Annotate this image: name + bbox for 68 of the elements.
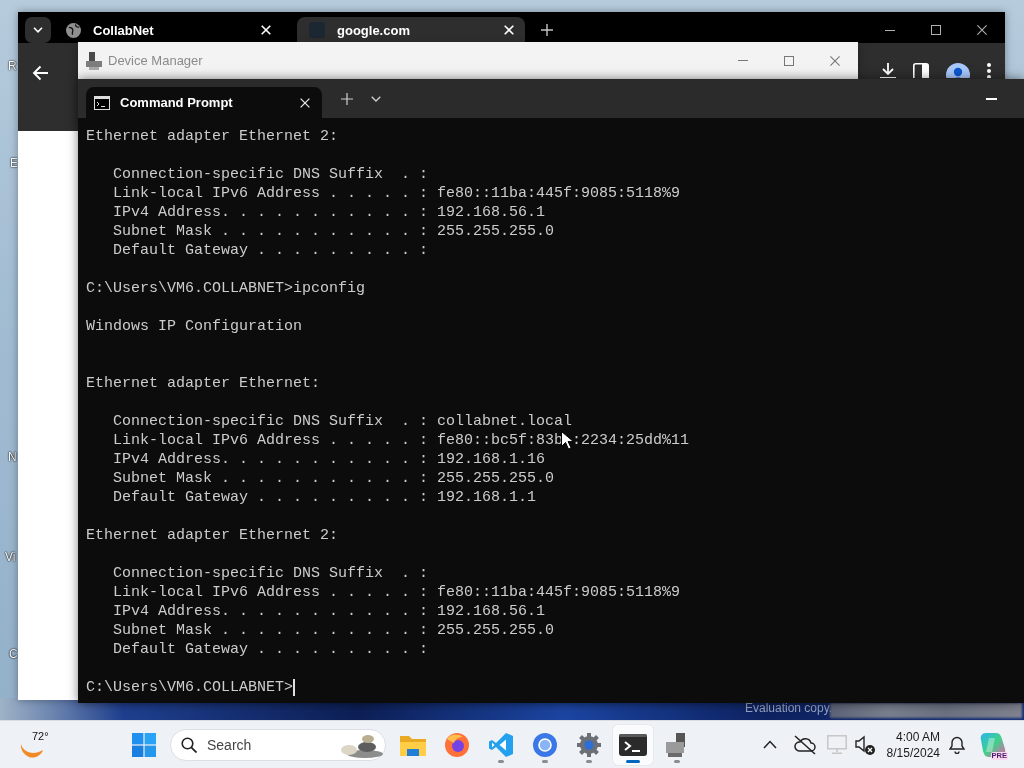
terminal-line: Connection-specific DNS Suffix . : xyxy=(113,564,429,583)
side-panel-icon[interactable] xyxy=(913,63,929,78)
globe-icon xyxy=(66,22,81,38)
cloud-off-icon[interactable] xyxy=(793,734,816,755)
back-arrow-icon[interactable] xyxy=(32,65,48,81)
running-indicator xyxy=(674,759,680,763)
chevron-down-icon xyxy=(33,27,43,33)
terminal-line: Link-local IPv6 Address . . . . . : fe80::11ba:445f:9085:5118%9 xyxy=(113,184,681,203)
minimize-icon[interactable] xyxy=(986,97,997,100)
maximize-icon[interactable] xyxy=(931,25,941,35)
window-title: Device Manager xyxy=(108,53,203,68)
running-indicator xyxy=(586,759,592,763)
terminal-line: C:\Users\VM6.COLLABNET>ipconfig xyxy=(86,279,366,298)
terminal-line: :2234:25dd%11 xyxy=(572,431,690,450)
folder-icon xyxy=(400,733,426,756)
clock[interactable]: 4:00 AM 8/15/2024 xyxy=(886,728,940,761)
terminal-icon xyxy=(619,733,647,756)
taskbar-app-button[interactable] xyxy=(613,724,653,765)
terminal-line: IPv4 Address. . . . . . . . . . . : 192.168.56.1 xyxy=(113,602,546,621)
weather-widget[interactable]: 72° xyxy=(12,724,52,765)
running-indicator xyxy=(542,759,548,763)
watermark-text: Evaluation copy. xyxy=(745,701,833,715)
terminal-line: Ethernet adapter Ethernet: xyxy=(86,374,321,393)
download-icon[interactable] xyxy=(880,63,896,78)
terminal-line: C:\Users\VM6.COLLABNET> xyxy=(86,678,294,697)
plus-icon[interactable] xyxy=(341,92,353,105)
code-editor-icon xyxy=(489,732,513,757)
terminal-line: Connection-specific DNS Suffix . : xyxy=(113,165,429,184)
browser-tab[interactable]: CollabNet xyxy=(54,17,282,43)
terminal-line: Connection-specific DNS Suffix . : collabnet.local xyxy=(113,412,573,431)
terminal-line: Subnet Mask . . . . . . . . . . . : 255.255.255.0 xyxy=(113,222,555,241)
browser-icon xyxy=(533,732,557,757)
chevron-up-icon[interactable] xyxy=(762,740,777,749)
windows-logo-icon xyxy=(132,732,156,757)
terminal-line: Windows IP Configuration xyxy=(86,317,303,336)
close-icon[interactable] xyxy=(977,25,987,35)
terminal-line: Ethernet adapter Ethernet 2: xyxy=(86,127,339,146)
search-icon xyxy=(181,736,197,753)
terminal-line: Ethernet adapter Ethernet 2: xyxy=(86,526,339,545)
terminal-line: IPv4 Address. . . . . . . . . . . : 192.168.56.1 xyxy=(113,203,546,222)
running-indicator xyxy=(626,759,640,763)
terminal-line: Default Gateway . . . . . . . . . : xyxy=(113,241,429,260)
terminal-line: Link-local IPv6 Address . . . . . : fe80::11ba:445f:9085:5118%9 xyxy=(113,583,681,602)
text-cursor-icon xyxy=(293,679,296,696)
terminal-line: Default Gateway . . . . . . . . . : xyxy=(113,640,429,659)
console-icon xyxy=(94,95,110,110)
computer-icon xyxy=(86,51,102,70)
terminal-line: Subnet Mask . . . . . . . . . . . : 255.255.255.0 xyxy=(113,469,555,488)
minimize-icon[interactable] xyxy=(885,29,895,31)
chevron-down-icon[interactable] xyxy=(371,95,381,102)
tab-list-button[interactable] xyxy=(25,17,51,43)
terminal-line: Subnet Mask . . . . . . . . . . . : 255.255.255.0 xyxy=(113,621,555,640)
logo-icon[interactable] xyxy=(980,731,1006,758)
settings-icon xyxy=(577,732,601,757)
running-indicator xyxy=(498,759,504,763)
terminal-line: IPv4 Address. . . . . . . . . . . : 192.168.1.16 xyxy=(113,450,546,469)
plus-icon[interactable] xyxy=(541,24,553,36)
speaker-muted-icon[interactable] xyxy=(854,734,875,755)
terminal-tab[interactable]: Command Prompt xyxy=(86,87,322,118)
browser-tab[interactable]: google.com xyxy=(297,17,525,43)
terminal-line: Link-local IPv6 Address . . . . . : fe80::bc5f:83b xyxy=(113,431,564,450)
mouse-pointer-icon xyxy=(561,431,574,450)
more-options-icon[interactable] xyxy=(987,63,991,78)
terminal-line: Default Gateway . . . . . . . . . : 192.168.1.1 xyxy=(113,488,537,507)
bell-icon[interactable] xyxy=(949,735,965,754)
fox-browser-icon xyxy=(445,732,469,757)
maximize-icon[interactable] xyxy=(784,55,794,66)
search-box[interactable]: Search xyxy=(170,728,386,761)
